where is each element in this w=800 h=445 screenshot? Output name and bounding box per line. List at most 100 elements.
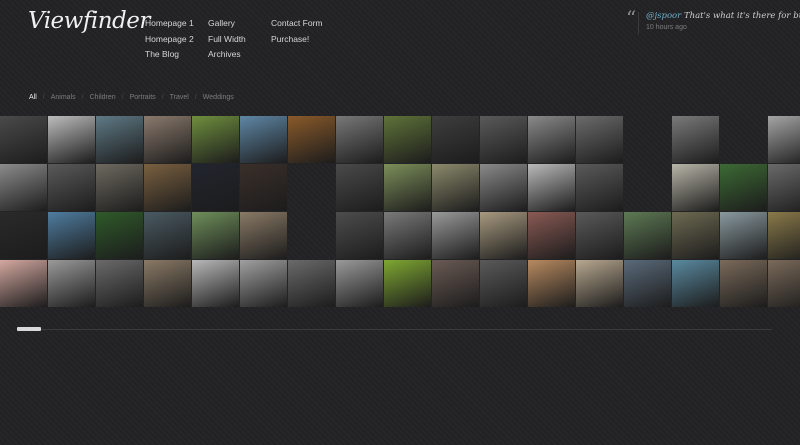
- gallery-thumbnail[interactable]: [576, 260, 623, 307]
- gallery-thumbnail[interactable]: [48, 116, 95, 163]
- gallery-thumbnail[interactable]: [672, 212, 719, 259]
- nav-link-purchase[interactable]: Purchase!: [271, 32, 323, 48]
- gallery-thumbnail[interactable]: [240, 164, 287, 211]
- quote-divider: [638, 12, 639, 34]
- gallery-thumbnail[interactable]: [240, 116, 287, 163]
- gallery-thumbnail[interactable]: [192, 260, 239, 307]
- gallery-thumbnail[interactable]: [768, 212, 800, 259]
- gallery-thumbnail[interactable]: [720, 164, 767, 211]
- gallery-thumbnail[interactable]: [96, 116, 143, 163]
- gallery-thumbnail[interactable]: [624, 260, 671, 307]
- latest-tweet: @jspoor That's what it's there for bud! …: [646, 11, 800, 31]
- gallery-thumbnail[interactable]: [576, 212, 623, 259]
- nav-link-gallery[interactable]: Gallery: [208, 16, 246, 32]
- gallery-empty-slot: [624, 164, 671, 211]
- tweet-user-link[interactable]: @jspoor: [646, 11, 681, 21]
- gallery-thumbnail[interactable]: [384, 212, 431, 259]
- gallery-thumbnail[interactable]: [384, 260, 431, 307]
- gallery-scroll-track[interactable]: [17, 329, 772, 330]
- filter-travel[interactable]: Travel: [170, 94, 189, 101]
- gallery-thumbnail[interactable]: [576, 116, 623, 163]
- gallery-thumbnail[interactable]: [480, 212, 527, 259]
- gallery-thumbnail[interactable]: [336, 212, 383, 259]
- gallery-thumbnail[interactable]: [192, 212, 239, 259]
- gallery-thumbnail[interactable]: [96, 212, 143, 259]
- gallery-thumbnail[interactable]: [288, 116, 335, 163]
- gallery-empty-slot: [624, 116, 671, 163]
- gallery-thumbnail[interactable]: [0, 164, 47, 211]
- gallery-thumbnail[interactable]: [528, 164, 575, 211]
- filter-portraits[interactable]: Portraits: [130, 94, 156, 101]
- gallery-thumbnail[interactable]: [288, 260, 335, 307]
- gallery-thumbnail[interactable]: [528, 116, 575, 163]
- nav-link-homepage-1[interactable]: Homepage 1: [145, 16, 194, 32]
- filter-children[interactable]: Children: [90, 94, 116, 101]
- filter-separator: /: [121, 94, 124, 101]
- gallery-thumbnail[interactable]: [528, 212, 575, 259]
- nav-column-2: Gallery Full Width Archives: [208, 16, 246, 63]
- gallery-thumbnail[interactable]: [768, 164, 800, 211]
- nav-link-archives[interactable]: Archives: [208, 47, 246, 63]
- nav-column-1: Homepage 1 Homepage 2 The Blog: [145, 16, 194, 63]
- filter-separator: /: [42, 94, 45, 101]
- gallery-thumbnail[interactable]: [336, 260, 383, 307]
- gallery-thumbnail[interactable]: [0, 116, 47, 163]
- nav-link-full-width[interactable]: Full Width: [208, 32, 246, 48]
- tweet-timestamp: 10 hours ago: [646, 24, 687, 31]
- gallery-thumbnail[interactable]: [672, 260, 719, 307]
- gallery-thumbnail[interactable]: [144, 164, 191, 211]
- gallery-row: [0, 164, 800, 211]
- gallery-thumbnail[interactable]: [432, 164, 479, 211]
- gallery-scroll-thumb[interactable]: [17, 327, 41, 331]
- gallery-thumbnail[interactable]: [432, 116, 479, 163]
- gallery-thumbnail[interactable]: [480, 116, 527, 163]
- gallery-thumbnail[interactable]: [192, 164, 239, 211]
- filter-separator: /: [81, 94, 84, 101]
- gallery-thumbnail[interactable]: [528, 260, 575, 307]
- gallery-thumbnail[interactable]: [384, 116, 431, 163]
- gallery-thumbnail[interactable]: [720, 212, 767, 259]
- gallery-thumbnail[interactable]: [672, 116, 719, 163]
- filter-weddings[interactable]: Weddings: [203, 94, 234, 101]
- filter-separator: /: [194, 94, 197, 101]
- gallery-thumbnail[interactable]: [768, 260, 800, 307]
- nav-link-the-blog[interactable]: The Blog: [145, 47, 194, 63]
- gallery-filter-bar: All / Animals / Children / Portraits / Travel / We…: [29, 94, 234, 101]
- nav-link-contact-form[interactable]: Contact Form: [271, 16, 323, 32]
- gallery-thumbnail[interactable]: [576, 164, 623, 211]
- gallery-thumbnail[interactable]: [432, 260, 479, 307]
- gallery-thumbnail[interactable]: [144, 212, 191, 259]
- gallery-thumbnail[interactable]: [336, 116, 383, 163]
- gallery-thumbnail[interactable]: [0, 260, 47, 307]
- gallery-thumbnail[interactable]: [48, 212, 95, 259]
- gallery-thumbnail[interactable]: [624, 212, 671, 259]
- nav-column-3: Contact Form Purchase!: [271, 16, 323, 47]
- gallery-thumbnail[interactable]: [480, 260, 527, 307]
- gallery-thumbnail[interactable]: [144, 116, 191, 163]
- filter-all[interactable]: All: [29, 94, 37, 101]
- site-logo[interactable]: Viewfinder: [28, 8, 150, 34]
- gallery-row: [0, 212, 800, 259]
- gallery-thumbnail[interactable]: [192, 116, 239, 163]
- quote-icon: “: [626, 6, 637, 30]
- gallery-thumbnail[interactable]: [480, 164, 527, 211]
- gallery-thumbnail[interactable]: [768, 116, 800, 163]
- gallery-thumbnail[interactable]: [96, 164, 143, 211]
- gallery-thumbnail[interactable]: [240, 212, 287, 259]
- gallery-thumbnail[interactable]: [336, 164, 383, 211]
- gallery-thumbnail[interactable]: [144, 260, 191, 307]
- gallery-thumbnail[interactable]: [432, 212, 479, 259]
- gallery-thumbnail[interactable]: [672, 164, 719, 211]
- gallery-thumbnail[interactable]: [48, 260, 95, 307]
- filter-animals[interactable]: Animals: [51, 94, 76, 101]
- nav-link-homepage-2[interactable]: Homepage 2: [145, 32, 194, 48]
- gallery-thumbnail[interactable]: [384, 164, 431, 211]
- gallery-thumbnail[interactable]: [0, 212, 47, 259]
- tweet-text: That's what it's there for bud!: [681, 11, 800, 21]
- photo-gallery-grid: [0, 116, 800, 309]
- gallery-empty-slot: [288, 164, 335, 211]
- gallery-thumbnail[interactable]: [48, 164, 95, 211]
- gallery-thumbnail[interactable]: [720, 260, 767, 307]
- gallery-thumbnail[interactable]: [240, 260, 287, 307]
- gallery-thumbnail[interactable]: [96, 260, 143, 307]
